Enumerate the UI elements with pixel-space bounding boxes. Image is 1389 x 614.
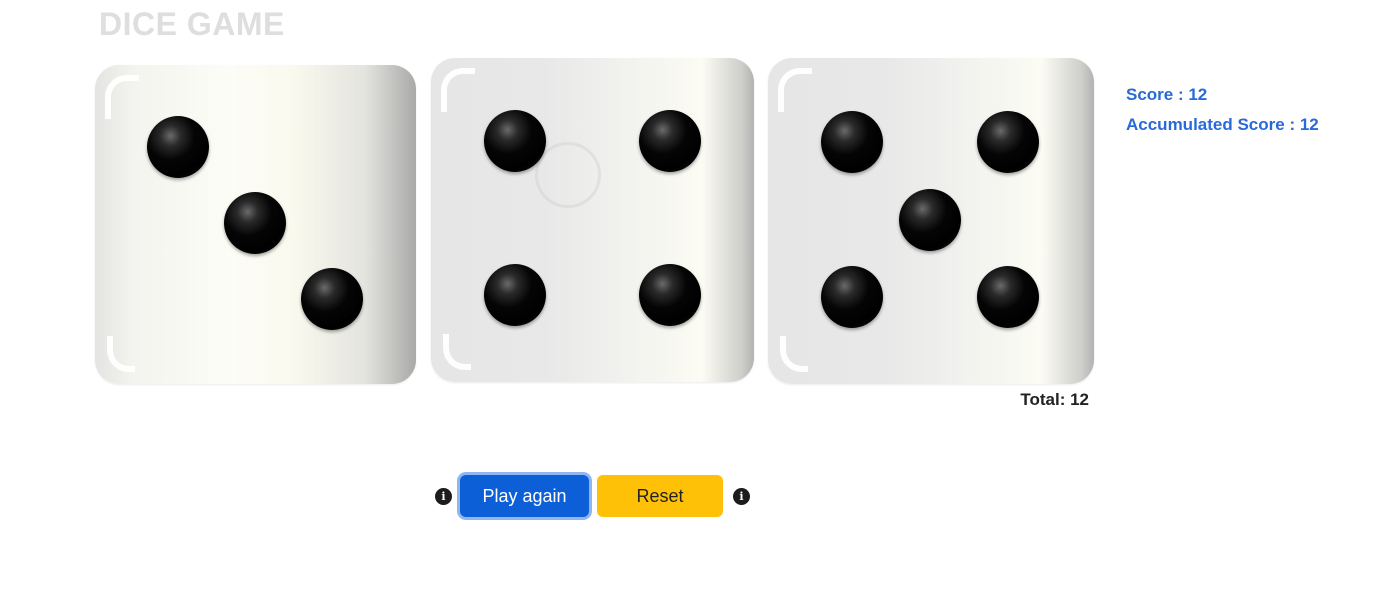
die-pip bbox=[224, 192, 286, 254]
die-pip bbox=[977, 111, 1039, 173]
die-3 bbox=[768, 58, 1094, 384]
total-text: Total: 12 bbox=[1020, 390, 1089, 409]
die-pip bbox=[821, 266, 883, 328]
accumulated-score-text: Accumulated Score : 12 bbox=[1126, 115, 1319, 134]
page-title: DICE GAME bbox=[99, 6, 285, 42]
die-1 bbox=[95, 65, 416, 384]
die-pip bbox=[899, 189, 961, 251]
die-pip bbox=[484, 110, 546, 172]
die-pip bbox=[147, 116, 209, 178]
die-pip bbox=[484, 264, 546, 326]
die-pip bbox=[821, 111, 883, 173]
play-again-button[interactable]: Play again bbox=[460, 475, 589, 517]
watermark-swirl bbox=[535, 142, 601, 208]
info-icon[interactable]: i bbox=[733, 488, 750, 505]
dice-game-page: DICE GAME Score : 12 Accumulated Score :… bbox=[0, 0, 1389, 614]
reset-button[interactable]: Reset bbox=[597, 475, 723, 517]
score-panel: Score : 12 Accumulated Score : 12 bbox=[1126, 80, 1319, 140]
die-pip bbox=[639, 110, 701, 172]
die-pip bbox=[301, 268, 363, 330]
die-pip bbox=[977, 266, 1039, 328]
die-pip bbox=[639, 264, 701, 326]
die-2 bbox=[431, 58, 754, 382]
score-text: Score : 12 bbox=[1126, 85, 1208, 104]
info-icon[interactable]: i bbox=[435, 488, 452, 505]
